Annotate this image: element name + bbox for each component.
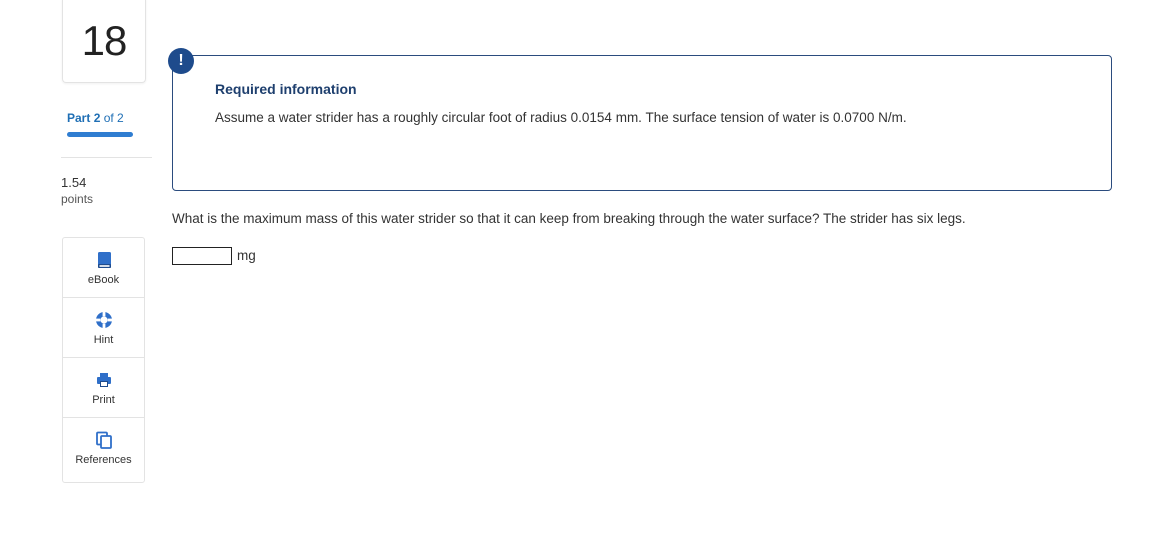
question-number-box: 18 bbox=[62, 0, 146, 83]
answer-input[interactable] bbox=[172, 247, 232, 265]
ebook-label: eBook bbox=[87, 274, 120, 286]
copy-icon bbox=[95, 431, 112, 449]
required-information-text: Assume a water strider has a roughly cir… bbox=[215, 110, 907, 125]
part-word: Part bbox=[67, 111, 91, 125]
hint-button[interactable]: Hint bbox=[63, 298, 144, 358]
hint-label: Hint bbox=[93, 334, 114, 346]
part-progress-bar bbox=[67, 132, 133, 137]
alert-icon: ! bbox=[168, 48, 194, 74]
points-value: 1.54 bbox=[61, 175, 87, 190]
print-button[interactable]: Print bbox=[63, 358, 144, 418]
ebook-button[interactable]: eBook bbox=[63, 238, 144, 298]
tools-panel: eBook Hint Print References bbox=[62, 237, 145, 483]
question-text: What is the maximum mass of this water s… bbox=[172, 211, 966, 226]
part-current: 2 bbox=[93, 111, 101, 125]
lifebuoy-icon bbox=[95, 311, 112, 329]
part-total: of 2 bbox=[103, 111, 124, 125]
question-number: 18 bbox=[81, 17, 128, 64]
sidebar-divider bbox=[61, 157, 152, 158]
book-icon bbox=[97, 252, 111, 268]
print-label: Print bbox=[92, 394, 115, 406]
references-button[interactable]: References bbox=[63, 418, 144, 478]
part-indicator: Part 2 of 2 bbox=[67, 111, 124, 125]
answer-unit: mg bbox=[237, 248, 256, 263]
required-information-title: Required information bbox=[215, 81, 357, 97]
references-label: References bbox=[75, 454, 132, 466]
printer-icon bbox=[96, 373, 111, 387]
points-label: points bbox=[61, 192, 94, 206]
